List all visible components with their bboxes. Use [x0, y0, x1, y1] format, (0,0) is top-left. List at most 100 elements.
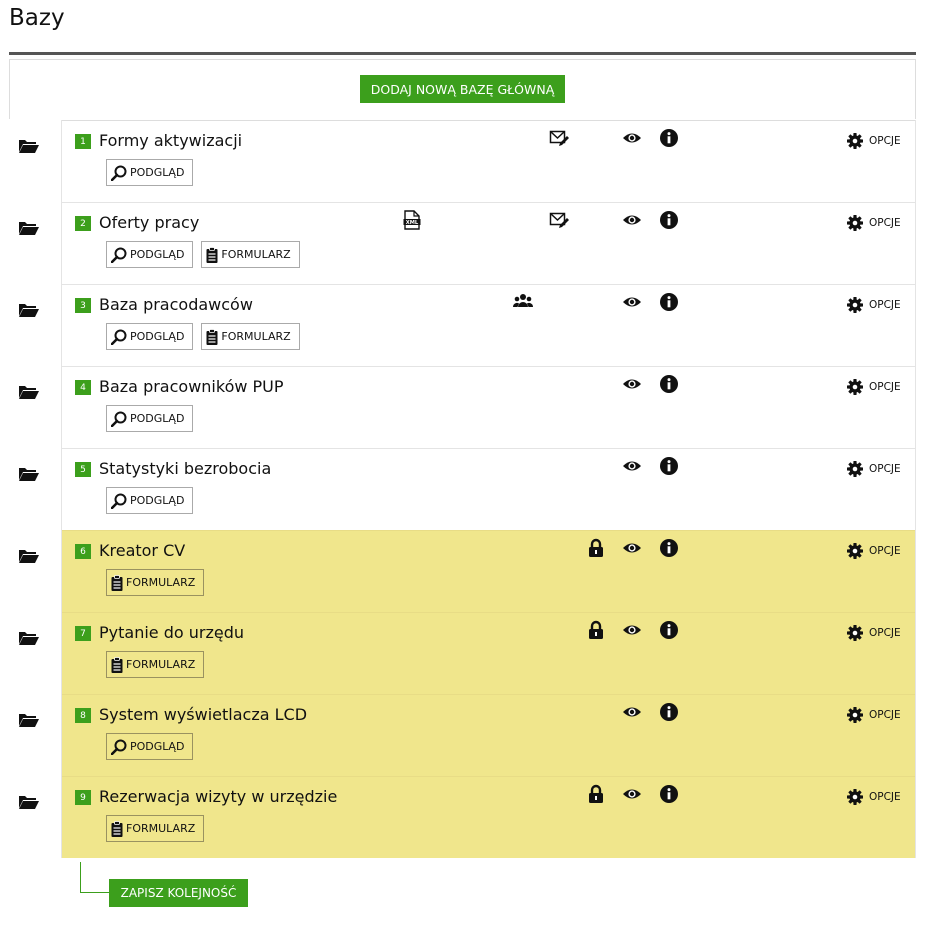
eye-icon[interactable] — [622, 292, 642, 312]
folder-icon[interactable] — [19, 221, 39, 235]
form-button[interactable]: FORMULARZ — [106, 569, 205, 596]
options-button[interactable]: OPCJE — [847, 461, 901, 477]
gear-icon — [847, 625, 863, 641]
preview-button[interactable]: PODGLĄD — [106, 241, 194, 268]
info-icon[interactable] — [659, 292, 679, 312]
options-button[interactable]: OPCJE — [847, 379, 901, 395]
row-actions: PODGLĄD — [106, 405, 194, 432]
folder-icon[interactable] — [19, 385, 39, 399]
add-main-base-button[interactable]: DODAJ NOWĄ BAZĘ GŁÓWNĄ — [360, 75, 565, 103]
row-right-border — [915, 366, 916, 448]
options-label: OPCJE — [869, 381, 901, 393]
save-order-button[interactable]: ZAPISZ KOLEJNOŚĆ — [109, 879, 248, 907]
row-left-border — [61, 120, 62, 202]
search-icon — [111, 329, 130, 345]
info-icon[interactable] — [659, 128, 679, 148]
search-icon — [111, 493, 130, 509]
table-row: 5 Statystyki bezrobocia PODGLĄD OPCJE — [0, 448, 928, 530]
eye-icon[interactable] — [622, 210, 642, 230]
search-icon — [111, 411, 130, 427]
folder-icon[interactable] — [19, 631, 39, 645]
page-title: Bazy — [9, 5, 65, 31]
clipboard-icon — [111, 574, 126, 591]
xml-file-icon[interactable]: XML — [403, 210, 423, 230]
form-button[interactable]: FORMULARZ — [201, 323, 300, 350]
folder-icon[interactable] — [19, 303, 39, 317]
button-label: PODGLĄD — [130, 740, 185, 753]
row-actions: PODGLĄD — [106, 733, 194, 760]
folder-icon[interactable] — [19, 795, 39, 809]
folder-icon[interactable] — [19, 713, 39, 727]
eye-icon[interactable] — [622, 128, 642, 148]
folder-icon[interactable] — [19, 549, 39, 563]
info-icon[interactable] — [659, 538, 679, 558]
table-row: 2 Oferty pracy PODGLĄD FORMULARZ XML OPCJE — [0, 202, 928, 284]
row-left-border — [61, 694, 62, 776]
options-label: OPCJE — [869, 299, 901, 311]
gear-icon — [847, 379, 863, 395]
options-button[interactable]: OPCJE — [847, 215, 901, 231]
users-icon[interactable] — [512, 292, 534, 312]
options-label: OPCJE — [869, 217, 901, 229]
gear-icon — [847, 543, 863, 559]
info-icon[interactable] — [659, 456, 679, 476]
form-button[interactable]: FORMULARZ — [106, 815, 205, 842]
form-button[interactable]: FORMULARZ — [106, 651, 205, 678]
tree-connector — [80, 862, 109, 893]
preview-button[interactable]: PODGLĄD — [106, 733, 194, 760]
row-title: System wyświetlacza LCD — [99, 705, 308, 724]
button-label: PODGLĄD — [130, 166, 185, 179]
table-row: 6 Kreator CV FORMULARZ OPCJE — [0, 530, 928, 612]
preview-button[interactable]: PODGLĄD — [106, 487, 194, 514]
row-actions: PODGLĄD FORMULARZ — [106, 241, 300, 268]
form-button[interactable]: FORMULARZ — [201, 241, 300, 268]
folder-icon[interactable] — [19, 139, 39, 153]
eye-icon[interactable] — [622, 702, 642, 722]
options-button[interactable]: OPCJE — [847, 789, 901, 805]
row-title: Baza pracowników PUP — [99, 377, 284, 396]
envelope-edit-icon[interactable] — [549, 210, 569, 230]
row-actions: PODGLĄD — [106, 487, 194, 514]
table-row: 7 Pytanie do urzędu FORMULARZ OPCJE — [0, 612, 928, 694]
info-icon[interactable] — [659, 374, 679, 394]
gear-icon — [847, 215, 863, 231]
row-right-border — [915, 120, 916, 202]
table-row: 1 Formy aktywizacji PODGLĄD OPCJE — [0, 120, 928, 202]
lock-icon[interactable] — [588, 538, 608, 558]
preview-button[interactable]: PODGLĄD — [106, 323, 194, 350]
preview-button[interactable]: PODGLĄD — [106, 159, 194, 186]
row-right-border — [915, 776, 916, 858]
gear-icon — [847, 297, 863, 313]
clipboard-icon — [206, 246, 221, 263]
eye-icon[interactable] — [622, 374, 642, 394]
button-label: FORMULARZ — [126, 576, 196, 589]
folder-icon[interactable] — [19, 467, 39, 481]
info-icon[interactable] — [659, 210, 679, 230]
table-row: 9 Rezerwacja wizyty w urzędzie FORMULARZ OP… — [0, 776, 928, 858]
button-label: PODGLĄD — [130, 248, 185, 261]
row-title: Pytanie do urzędu — [99, 623, 244, 642]
eye-icon[interactable] — [622, 784, 642, 804]
options-button[interactable]: OPCJE — [847, 543, 901, 559]
row-left-border — [61, 448, 62, 530]
options-button[interactable]: OPCJE — [847, 297, 901, 313]
options-button[interactable]: OPCJE — [847, 625, 901, 641]
eye-icon[interactable] — [622, 620, 642, 640]
lock-icon[interactable] — [588, 620, 608, 640]
info-icon[interactable] — [659, 620, 679, 640]
info-icon[interactable] — [659, 784, 679, 804]
row-actions: PODGLĄD FORMULARZ — [106, 323, 300, 350]
row-actions: FORMULARZ — [106, 815, 205, 842]
info-icon[interactable] — [659, 702, 679, 722]
title-divider — [9, 52, 916, 55]
search-icon — [111, 739, 130, 755]
eye-icon[interactable] — [622, 456, 642, 476]
lock-icon[interactable] — [588, 784, 608, 804]
envelope-edit-icon[interactable] — [549, 128, 569, 148]
options-button[interactable]: OPCJE — [847, 133, 901, 149]
eye-icon[interactable] — [622, 538, 642, 558]
preview-button[interactable]: PODGLĄD — [106, 405, 194, 432]
table-row: 3 Baza pracodawców PODGLĄD FORMULARZ OPCJE — [0, 284, 928, 366]
gear-icon — [847, 789, 863, 805]
options-button[interactable]: OPCJE — [847, 707, 901, 723]
